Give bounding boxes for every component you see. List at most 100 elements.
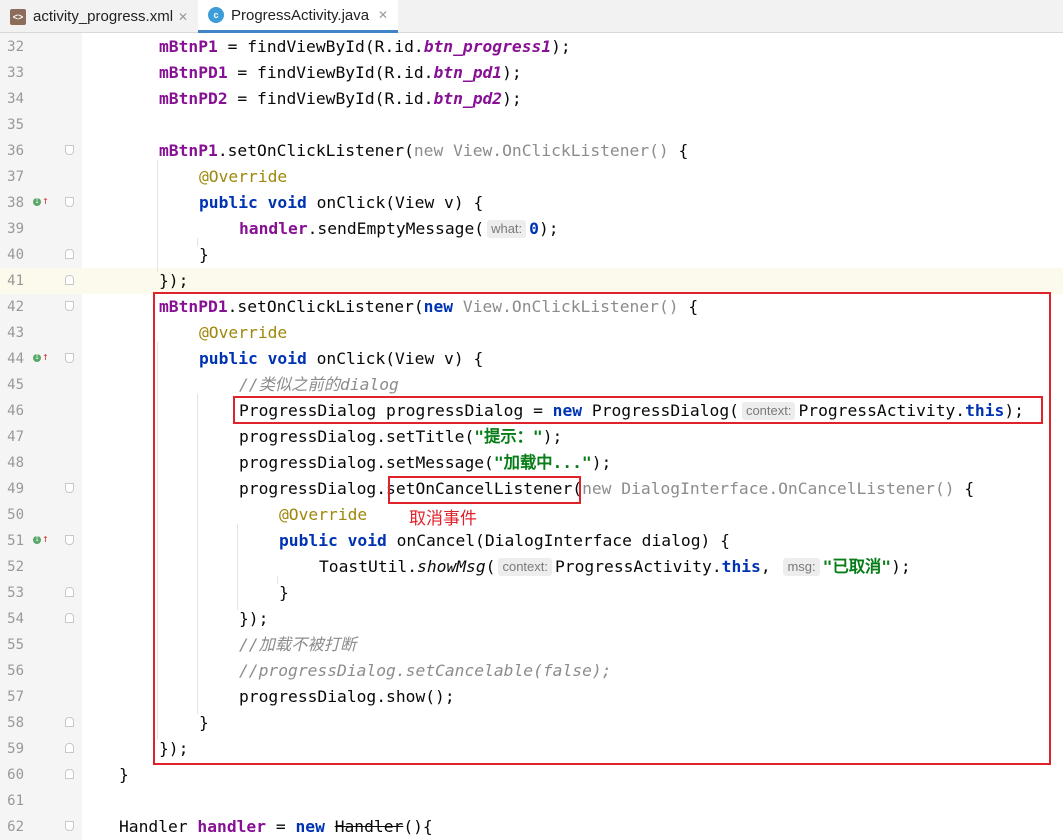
line-number: 59 xyxy=(7,741,24,757)
parameter-hint: what: xyxy=(487,220,527,238)
code-text: ToastUtil.showMsg(context: ProgressActivi… xyxy=(319,554,911,580)
code-token: }); xyxy=(239,609,269,628)
fold-down-icon[interactable] xyxy=(65,483,74,493)
code-line[interactable]: 48 progressDialog.setMessage("加载中..."); xyxy=(0,450,1063,476)
code-line[interactable]: 60} xyxy=(0,762,1063,788)
code-text: @Override xyxy=(279,502,367,528)
line-number: 49 xyxy=(7,481,24,497)
code-token: , xyxy=(760,557,781,576)
implements-marker-icon[interactable]: I xyxy=(33,536,41,544)
close-icon[interactable]: ✕ xyxy=(178,10,188,24)
code-line[interactable]: 50 @Override xyxy=(0,502,1063,528)
code-text: mBtnPD1.setOnClickListener(new View.OnCl… xyxy=(159,294,698,320)
code-token: ToastUtil. xyxy=(319,557,418,576)
code-token: Handler xyxy=(119,817,198,836)
code-text: progressDialog.setMessage("加载中..."); xyxy=(239,450,611,476)
fold-up-icon[interactable] xyxy=(65,743,74,753)
line-number: 51 xyxy=(7,533,24,549)
code-text: mBtnP1 = findViewById(R.id.btn_progress1… xyxy=(159,34,571,60)
code-line[interactable]: 41}); xyxy=(0,268,1063,294)
code-token: .setOnClickListener( xyxy=(217,141,414,160)
fold-down-icon[interactable] xyxy=(65,197,74,207)
line-number: 35 xyxy=(7,117,24,133)
code-line[interactable]: 38 I ↑ public void onClick(View v) { xyxy=(0,190,1063,216)
fold-down-icon[interactable] xyxy=(65,301,74,311)
code-token: mBtnPD1 xyxy=(159,63,228,82)
code-line[interactable]: 58} xyxy=(0,710,1063,736)
code-line[interactable]: 42 mBtnPD1.setOnClickListener(new View.On… xyxy=(0,294,1063,320)
code-line[interactable]: 57 progressDialog.show(); xyxy=(0,684,1063,710)
code-token: onClick(View v) { xyxy=(306,349,484,368)
override-arrow-icon[interactable]: ↑ xyxy=(42,346,49,368)
code-line[interactable]: 45 //类似之前的dialog xyxy=(0,372,1063,398)
code-line[interactable]: 32 mBtnP1 = findViewById(R.id.btn_progres… xyxy=(0,34,1063,60)
tab-activity-progress-xml[interactable]: <> activity_progress.xml ✕ xyxy=(0,0,198,33)
code-token: public void xyxy=(199,193,307,212)
code-line[interactable]: 36 mBtnP1.setOnClickListener(new View.OnC… xyxy=(0,138,1063,164)
fold-down-icon[interactable] xyxy=(65,145,74,155)
code-token: ); xyxy=(551,37,571,56)
code-token: ProgressActivity. xyxy=(798,401,966,420)
fold-up-icon[interactable] xyxy=(65,249,74,259)
code-line[interactable]: 44 I ↑ public void onClick(View v) { xyxy=(0,346,1063,372)
tab-progress-activity-java[interactable]: c ProgressActivity.java ✕ xyxy=(198,0,398,33)
code-line[interactable]: 52 ToastUtil.showMsg(context: ProgressActi… xyxy=(0,554,1063,580)
indent-guide xyxy=(197,238,198,246)
fold-down-icon[interactable] xyxy=(65,353,74,363)
line-number: 47 xyxy=(7,429,24,445)
code-token: ); xyxy=(542,427,563,446)
code-line[interactable]: 55 //加载不被打断 xyxy=(0,632,1063,658)
code-line[interactable]: 47 progressDialog.setTitle("提示："); xyxy=(0,424,1063,450)
code-line[interactable]: 35 xyxy=(0,112,1063,138)
implements-marker-icon[interactable]: I xyxy=(33,354,41,362)
fold-up-icon[interactable] xyxy=(65,275,74,285)
line-number: 32 xyxy=(7,39,24,55)
code-line[interactable]: 37 @Override xyxy=(0,164,1063,190)
code-line[interactable]: 62 Handler handler = new Handler(){ xyxy=(0,814,1063,840)
code-line[interactable]: 59}); xyxy=(0,736,1063,762)
code-line[interactable]: 33 mBtnPD1 = findViewById(R.id.btn_pd1); xyxy=(0,60,1063,86)
line-number: 45 xyxy=(7,377,24,393)
code-line[interactable]: 43 @Override xyxy=(0,320,1063,346)
fold-up-icon[interactable] xyxy=(65,717,74,727)
code-text: } xyxy=(119,762,129,788)
code-line[interactable]: 51 I ↑ public void onCancel(DialogInterface… xyxy=(0,528,1063,554)
line-number: 50 xyxy=(7,507,24,523)
code-text: @Override xyxy=(199,320,287,346)
code-line[interactable]: 40} xyxy=(0,242,1063,268)
code-token: @Override xyxy=(199,167,288,186)
code-line[interactable]: 34 mBtnPD2 = findViewById(R.id.btn_pd2); xyxy=(0,86,1063,112)
code-line[interactable]: 53} xyxy=(0,580,1063,606)
code-token: ); xyxy=(502,63,522,82)
override-arrow-icon[interactable]: ↑ xyxy=(42,190,49,212)
code-line[interactable]: 54}); xyxy=(0,606,1063,632)
fold-up-icon[interactable] xyxy=(65,613,74,623)
code-text: }); xyxy=(159,268,188,294)
code-line[interactable]: 39 handler.sendEmptyMessage(what: 0); xyxy=(0,216,1063,242)
code-token: ); xyxy=(891,557,911,576)
override-arrow-icon[interactable]: ↑ xyxy=(42,528,49,550)
code-token: @Override xyxy=(199,323,288,342)
implements-marker-icon[interactable]: I xyxy=(33,198,41,206)
fold-down-icon[interactable] xyxy=(65,821,74,831)
indent-guide xyxy=(237,524,238,610)
code-line[interactable]: 49 progressDialog.setOnCancelListener(new… xyxy=(0,476,1063,502)
code-line[interactable]: 46 ProgressDialog progressDialog = new Pr… xyxy=(0,398,1063,424)
code-line[interactable]: 56 //progressDialog.setCancelable(false); xyxy=(0,658,1063,684)
line-number: 43 xyxy=(7,325,24,341)
code-token: = findViewById(R.id. xyxy=(217,37,424,56)
fold-up-icon[interactable] xyxy=(65,587,74,597)
code-line[interactable]: 61 xyxy=(0,788,1063,814)
code-token: "已取消" xyxy=(822,557,892,576)
line-number: 48 xyxy=(7,455,24,471)
line-number: 36 xyxy=(7,143,24,159)
code-token: "加载中..." xyxy=(493,453,592,472)
code-token: btn_pd2 xyxy=(433,89,503,108)
code-token: //类似之前的dialog xyxy=(239,375,399,394)
fold-down-icon[interactable] xyxy=(65,535,74,545)
line-number: 38 xyxy=(7,195,24,211)
line-number: 52 xyxy=(7,559,24,575)
close-icon[interactable]: ✕ xyxy=(378,8,388,22)
fold-up-icon[interactable] xyxy=(65,769,74,779)
code-token: { xyxy=(688,297,699,316)
